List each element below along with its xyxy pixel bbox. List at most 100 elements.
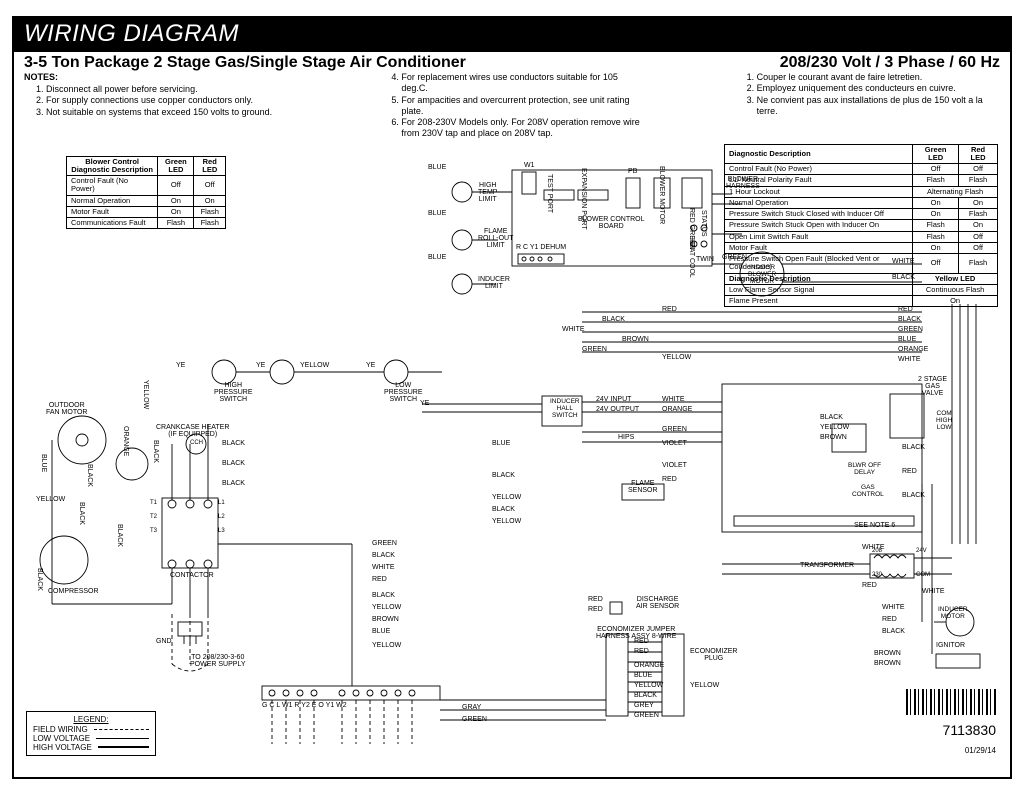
wire-color: GREEN — [462, 716, 487, 723]
wire-color: BLACK — [492, 472, 515, 479]
wire-color: BLACK — [492, 506, 515, 513]
wire-color: BLACK — [86, 464, 93, 487]
wire-color: BLACK — [634, 692, 657, 699]
note: For supply connections use copper conduc… — [46, 95, 289, 106]
subtitle-right: 208/230 Volt / 3 Phase / 60 Hz — [780, 54, 1000, 72]
label-230: 230 — [872, 572, 882, 578]
subtitle-left: 3-5 Ton Package 2 Stage Gas/Single Stage… — [24, 54, 466, 72]
wire-color: GREEN — [722, 254, 747, 261]
doc-id: 7113830 01/29/14 — [906, 689, 996, 758]
wire-color: YELLOW — [142, 380, 149, 409]
note: Not suitable on systems that exceed 150 … — [46, 107, 289, 118]
title: WIRING DIAGRAM — [24, 20, 239, 47]
wire-color: BLACK — [222, 480, 245, 487]
t1: T1 — [150, 500, 157, 506]
label-indoor-blower: INDOOR BLOWER MOTOR — [744, 262, 780, 287]
wire-color: YELLOW — [820, 424, 849, 431]
wire-color: BLACK — [222, 440, 245, 447]
wire-color: BLUE — [428, 254, 446, 261]
wire-color: WHITE — [922, 588, 945, 595]
wire-color: BLUE — [372, 628, 390, 635]
wire-color: BLACK — [372, 592, 395, 599]
ye: YE — [256, 362, 265, 369]
l1: L1 — [218, 500, 225, 506]
wire-color: BLACK — [898, 316, 921, 323]
ye: YE — [176, 362, 185, 369]
legend-box: LEGEND: FIELD WIRING LOW VOLTAGE HIGH VO… — [26, 711, 156, 756]
wire-color: ORANGE — [662, 406, 692, 413]
label-24v-in: 24V INPUT — [596, 396, 631, 403]
wire-color: WHITE — [892, 258, 915, 265]
wire-color: RED — [862, 582, 877, 589]
wire-color: YELLOW — [492, 518, 521, 525]
wire-color: BLACK — [372, 552, 395, 559]
wire-color: BLACK — [892, 274, 915, 281]
wire-color: YELLOW — [300, 362, 329, 369]
diagram-area: Blower Control Diagnostic Description Gr… — [22, 144, 1002, 764]
wire-color: BROWN — [622, 336, 649, 343]
label-blwr-delay: BLWR OFF DELAY — [844, 460, 885, 478]
label-outdoor-fan: OUTDOOR FAN MOTOR — [42, 400, 91, 418]
wire-color: BLUE — [634, 672, 652, 679]
wire-color: YELLOW — [634, 682, 663, 689]
label-24v-out: 24V OUTPUT — [596, 406, 639, 413]
wire-color: BLACK — [116, 524, 123, 547]
note: Ne convient pas aux installations de plu… — [757, 95, 1000, 118]
label-gas-valve: 2 STAGE GAS VALVE — [914, 374, 951, 399]
wire-color: BLUE — [40, 454, 47, 472]
wire-color: BLACK — [902, 444, 925, 451]
l2: L2 — [218, 514, 225, 520]
wire-color: ORANGE — [634, 662, 664, 669]
subheader: 3-5 Ton Package 2 Stage Gas/Single Stage… — [14, 52, 1010, 72]
terminal-labels: G C L W1 R Y2 E O Y1 W2 — [262, 702, 347, 709]
wire-color: WHITE — [662, 396, 685, 403]
wire-color: GREEN — [634, 712, 659, 719]
wire-color: GRAY — [462, 704, 481, 711]
wire-color: BLUE — [428, 210, 446, 217]
wire-color: BLACK — [222, 460, 245, 467]
thick-line-icon — [98, 746, 149, 748]
note: For 208-230V Models only. For 208V opera… — [401, 117, 644, 140]
label-das: DISCHARGE AIR SENSOR — [632, 594, 683, 612]
notes: NOTES: Disconnect all power before servi… — [14, 72, 1010, 144]
label-hps: HIGH PRESSURE SWITCH — [210, 380, 257, 405]
wire-color: WHITE — [898, 356, 921, 363]
label-contactor: CONTACTOR — [170, 572, 214, 579]
t2: T2 — [150, 514, 157, 520]
label-w1: W1 — [524, 162, 535, 169]
label-expansion: EXPANSION PORT — [580, 168, 587, 230]
wire-color: BROWN — [820, 434, 847, 441]
legend-field: FIELD WIRING — [33, 725, 88, 734]
wire-color: BLACK — [820, 414, 843, 421]
t3: T3 — [150, 528, 157, 534]
label-hips: HIPS — [618, 434, 634, 441]
wire-color: GREEN — [662, 426, 687, 433]
title-bar: WIRING DIAGRAM — [14, 18, 1010, 52]
wire-color: BLUE — [428, 164, 446, 171]
barcode-icon — [906, 689, 996, 715]
ye: YE — [366, 362, 375, 369]
wire-color: BLUE — [492, 440, 510, 447]
note: Couper le courant avant de faire letreti… — [757, 72, 1000, 83]
label-ignitor: IGNITOR — [936, 642, 965, 649]
label-blower-motor: BLOWER MOTOR — [658, 166, 665, 224]
label-crankcase: CRANKCASE HEATER (IF EQUIPPED) — [152, 422, 233, 440]
wire-color: RED — [588, 596, 603, 603]
note: Employez uniquement des conducteurs en c… — [757, 83, 1000, 94]
wire-color: YELLOW — [372, 642, 401, 649]
label-test-port: TEST PORT — [546, 174, 553, 213]
wire-color: YELLOW — [662, 354, 691, 361]
label-compressor: COMPRESSOR — [48, 588, 99, 595]
doc-number: 7113830 — [943, 722, 996, 738]
label-gnd: GND — [156, 638, 172, 645]
label-twin: TWIN — [696, 256, 714, 263]
wire-color: YELLOW — [36, 496, 65, 503]
wire-color: WHITE — [372, 564, 395, 571]
wire-color: YELLOW — [690, 682, 719, 689]
wire-color: BROWN — [874, 660, 901, 667]
wire-color: GREY — [634, 702, 654, 709]
wire-color: BROWN — [874, 650, 901, 657]
wire-color: RED — [372, 576, 387, 583]
page-frame: WIRING DIAGRAM 3-5 Ton Package 2 Stage G… — [12, 16, 1012, 779]
wire-color: GREEN — [372, 540, 397, 547]
